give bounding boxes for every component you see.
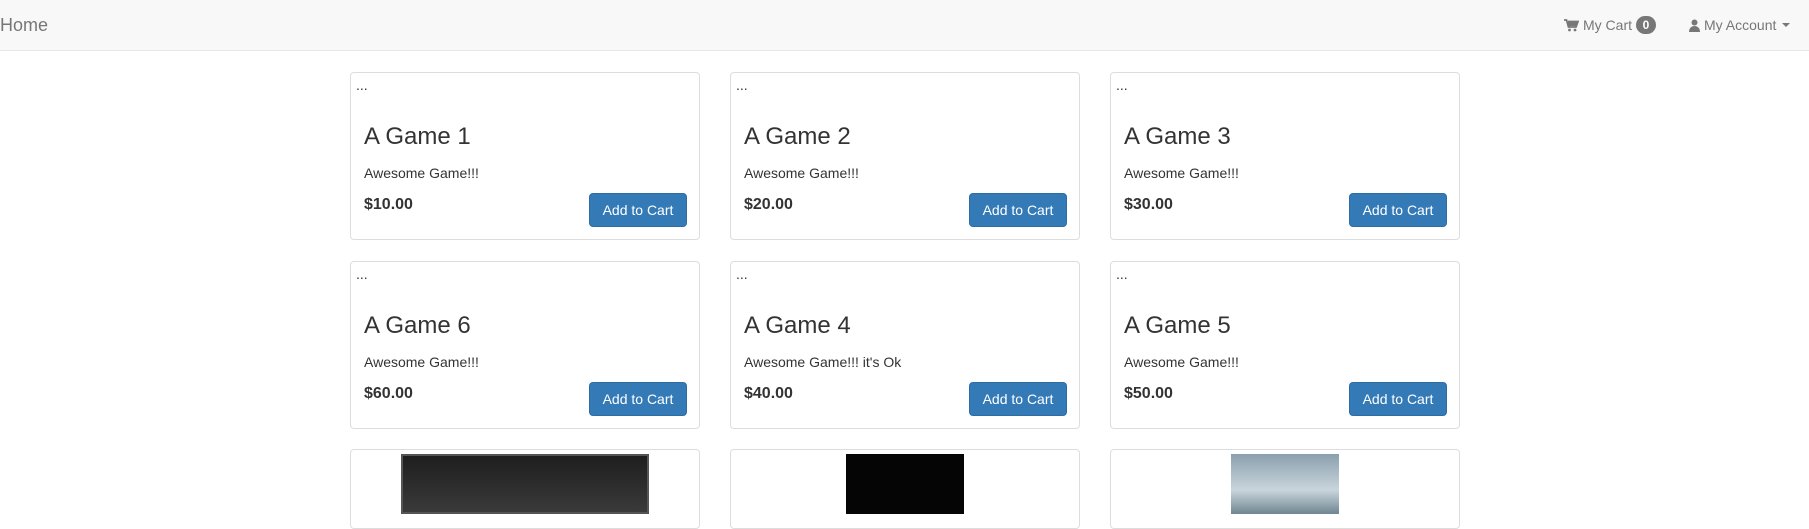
product-price: $50.00	[1124, 385, 1173, 402]
my-account-label: My Account	[1704, 17, 1777, 33]
product-cover-image	[846, 454, 964, 514]
product-title: A Game 5	[1124, 312, 1231, 339]
product-price: $30.00	[1124, 196, 1173, 213]
product-description: Awesome Game!!!	[364, 165, 479, 181]
my-cart-label: My Cart	[1583, 17, 1632, 33]
my-cart-link[interactable]: My Cart 0	[1564, 16, 1656, 34]
add-to-cart-button[interactable]: Add to Cart	[1349, 193, 1447, 227]
product-thumbnail: ...	[1116, 77, 1128, 93]
product-thumbnail: ...	[1116, 266, 1128, 282]
add-to-cart-button[interactable]: Add to Cart	[969, 193, 1067, 227]
product-card	[1110, 449, 1460, 529]
top-navbar: Home My Cart 0 My Account	[0, 0, 1809, 51]
product-description: Awesome Game!!! it's Ok	[744, 354, 902, 370]
product-description: Awesome Game!!!	[1124, 354, 1239, 370]
product-title: A Game 6	[364, 312, 471, 339]
product-price: $20.00	[744, 196, 793, 213]
product-price: $60.00	[364, 385, 413, 402]
product-card: ... A Game 2 Awesome Game!!! $20.00 Add …	[730, 72, 1080, 240]
product-card	[350, 449, 700, 529]
my-account-dropdown[interactable]: My Account	[1689, 16, 1791, 34]
product-card: ... A Game 5 Awesome Game!!! $50.00 Add …	[1110, 261, 1460, 429]
product-description: Awesome Game!!!	[1124, 165, 1239, 181]
product-title: A Game 2	[744, 123, 851, 150]
product-description: Awesome Game!!!	[364, 354, 479, 370]
product-thumbnail: ...	[356, 266, 368, 282]
home-link[interactable]: Home	[0, 15, 48, 35]
product-card: ... A Game 6 Awesome Game!!! $60.00 Add …	[350, 261, 700, 429]
add-to-cart-button[interactable]: Add to Cart	[589, 382, 687, 416]
product-price: $10.00	[364, 196, 413, 213]
product-cover-image	[1231, 454, 1339, 514]
product-cover-image	[401, 454, 649, 514]
add-to-cart-button[interactable]: Add to Cart	[589, 193, 687, 227]
product-title: A Game 3	[1124, 123, 1231, 150]
product-thumbnail: ...	[356, 77, 368, 93]
product-card: ... A Game 1 Awesome Game!!! $10.00 Add …	[350, 72, 700, 240]
add-to-cart-button[interactable]: Add to Cart	[969, 382, 1067, 416]
user-icon	[1689, 19, 1700, 32]
product-title: A Game 1	[364, 123, 471, 150]
product-card: ... A Game 4 Awesome Game!!! it's Ok $40…	[730, 261, 1080, 429]
product-title: A Game 4	[744, 312, 851, 339]
add-to-cart-button[interactable]: Add to Cart	[1349, 382, 1447, 416]
chevron-down-icon	[1782, 23, 1791, 27]
product-thumbnail: ...	[736, 266, 748, 282]
cart-count-badge: 0	[1636, 16, 1656, 34]
shopping-cart-icon	[1564, 18, 1579, 32]
product-card	[730, 449, 1080, 529]
product-card: ... A Game 3 Awesome Game!!! $30.00 Add …	[1110, 72, 1460, 240]
product-thumbnail: ...	[736, 77, 748, 93]
product-price: $40.00	[744, 385, 793, 402]
product-description: Awesome Game!!!	[744, 165, 859, 181]
